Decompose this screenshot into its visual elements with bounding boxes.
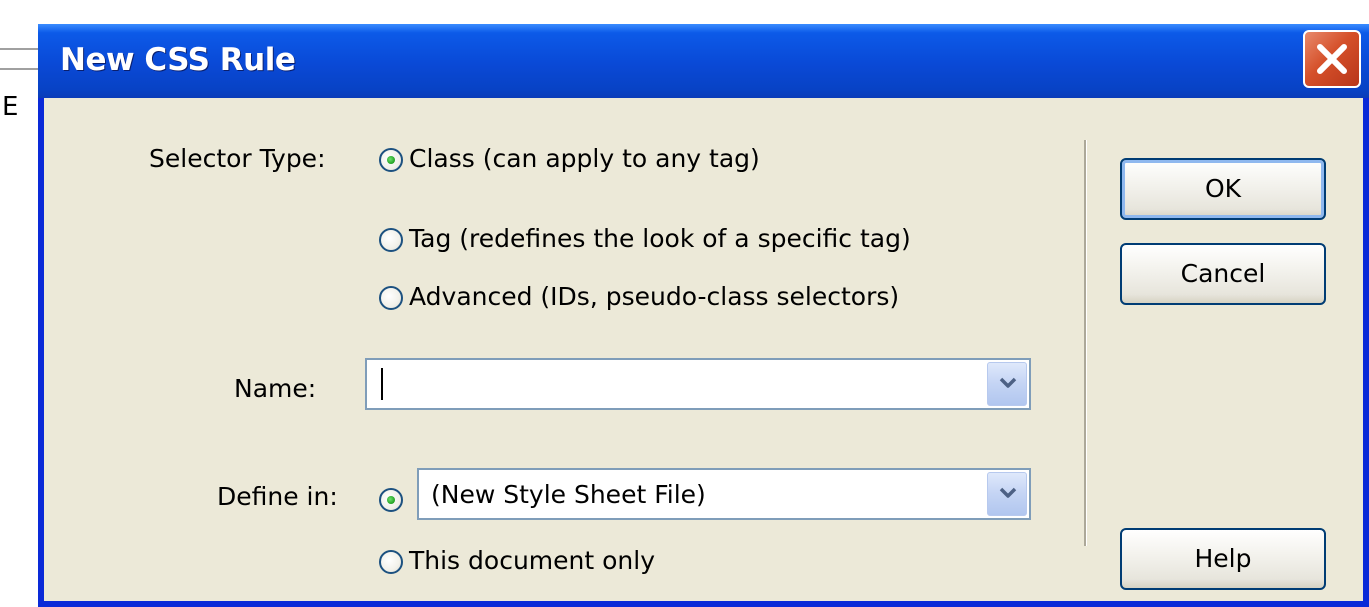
define-in-value: (New Style Sheet File) bbox=[431, 480, 706, 509]
chevron-down-icon bbox=[999, 377, 1017, 388]
radio-this-document-label[interactable]: This document only bbox=[409, 546, 655, 575]
dialog-title: New CSS Rule bbox=[60, 42, 296, 78]
name-label: Name: bbox=[234, 374, 317, 403]
chevron-down-icon bbox=[999, 487, 1017, 498]
radio-this-document[interactable] bbox=[379, 550, 403, 574]
selector-type-label: Selector Type: bbox=[149, 144, 326, 173]
radio-class-label[interactable]: Class (can apply to any tag) bbox=[409, 144, 760, 173]
radio-class[interactable] bbox=[379, 148, 403, 172]
radio-tag-label[interactable]: Tag (redefines the look of a specific ta… bbox=[409, 224, 911, 253]
background-glyph: E bbox=[2, 92, 19, 122]
close-x-icon bbox=[1317, 44, 1347, 74]
text-cursor bbox=[381, 368, 383, 400]
close-button[interactable] bbox=[1303, 30, 1361, 88]
new-css-rule-dialog: New CSS Rule Selector Type: Class (can a… bbox=[38, 24, 1369, 607]
name-combobox[interactable] bbox=[365, 358, 1031, 410]
define-in-dropdown-button[interactable] bbox=[987, 472, 1027, 516]
define-in-combobox[interactable]: (New Style Sheet File) bbox=[417, 468, 1031, 520]
radio-tag[interactable] bbox=[379, 228, 403, 252]
help-button[interactable]: Help bbox=[1120, 528, 1326, 590]
radio-new-style-sheet[interactable] bbox=[379, 488, 403, 512]
cancel-button[interactable]: Cancel bbox=[1120, 243, 1326, 305]
radio-advanced-label[interactable]: Advanced (IDs, pseudo-class selectors) bbox=[409, 282, 899, 311]
dialog-body: Selector Type: Class (can apply to any t… bbox=[44, 98, 1363, 601]
radio-advanced[interactable] bbox=[379, 286, 403, 310]
title-bar[interactable]: New CSS Rule bbox=[38, 24, 1369, 98]
define-in-label: Define in: bbox=[217, 482, 338, 511]
name-dropdown-button[interactable] bbox=[987, 362, 1027, 406]
ok-button[interactable]: OK bbox=[1120, 158, 1326, 220]
vertical-divider bbox=[1084, 140, 1087, 546]
